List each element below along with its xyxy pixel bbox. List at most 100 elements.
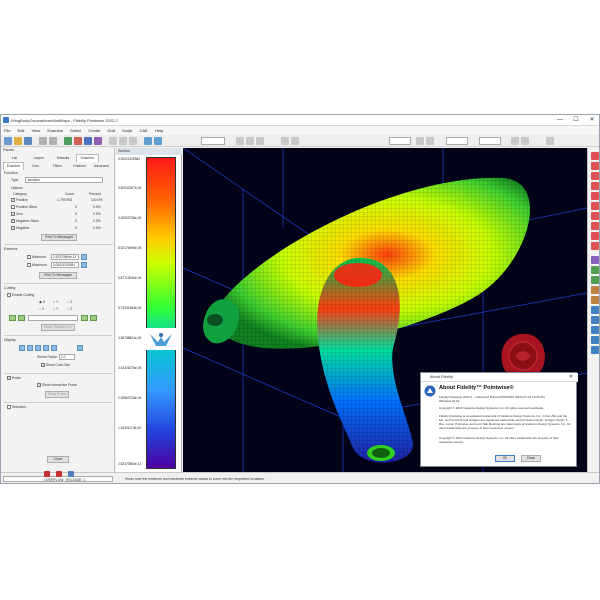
shrink-factor-field[interactable]: 1.0 xyxy=(59,354,75,360)
save-icon[interactable] xyxy=(24,137,32,145)
warning-icon[interactable] xyxy=(56,471,62,477)
tool-8-icon[interactable] xyxy=(591,222,599,230)
tool-13-icon[interactable] xyxy=(591,276,599,284)
tab-defaults[interactable]: Defaults xyxy=(51,155,74,162)
domain-icon[interactable] xyxy=(84,137,92,145)
display-shade-icon[interactable] xyxy=(35,345,41,351)
toolbar-field-2[interactable] xyxy=(389,137,411,145)
close-window-button[interactable]: ✕ xyxy=(585,116,599,125)
view-z-icon[interactable] xyxy=(129,137,137,145)
toolbar-field-4[interactable] xyxy=(479,137,501,145)
display-line-icon[interactable] xyxy=(51,345,57,351)
run-icon[interactable] xyxy=(546,137,554,145)
axis-mx[interactable]: ○ X xyxy=(39,307,44,311)
checkbox[interactable]: ✓ xyxy=(11,226,15,231)
zoom-maximum-icon[interactable] xyxy=(81,262,87,268)
tab-cuts[interactable]: Cuts xyxy=(25,163,46,170)
tool-15-icon[interactable] xyxy=(591,296,599,304)
tool-20-icon[interactable] xyxy=(591,346,599,354)
redo-icon[interactable] xyxy=(49,137,57,145)
first-icon[interactable] xyxy=(9,315,16,321)
tool-16-icon[interactable] xyxy=(591,306,599,314)
view-x-icon[interactable] xyxy=(109,137,117,145)
show-probe-button[interactable]: Show Probe xyxy=(45,391,69,398)
new-icon[interactable] xyxy=(4,137,12,145)
cut-slider[interactable] xyxy=(28,315,78,321)
minimize-button[interactable]: — xyxy=(553,116,567,125)
mask-icon[interactable] xyxy=(246,137,254,145)
menu-cae[interactable]: CAE xyxy=(136,126,150,133)
tab-examine[interactable]: Examine xyxy=(3,162,24,170)
axis-y[interactable]: ○ Y xyxy=(53,300,58,304)
prev-icon[interactable] xyxy=(18,315,25,321)
tool-18-icon[interactable] xyxy=(591,326,599,334)
menu-help[interactable]: Help xyxy=(152,126,166,133)
checkbox[interactable]: ✓ xyxy=(11,212,15,217)
tool-10-icon[interactable] xyxy=(591,242,599,250)
display-style-icon[interactable] xyxy=(19,345,25,351)
about-close-dialog-button[interactable]: Close xyxy=(521,455,541,462)
info-icon[interactable] xyxy=(68,471,74,477)
menu-edit[interactable]: Edit xyxy=(15,126,28,133)
tab-list[interactable]: List xyxy=(3,155,26,162)
minimum-row[interactable]: Minimum xyxy=(27,255,46,260)
tool-2-icon[interactable] xyxy=(591,162,599,170)
view-y-icon[interactable] xyxy=(119,137,127,145)
checkbox[interactable] xyxy=(7,405,11,410)
tab-channel[interactable]: Channel xyxy=(69,163,90,170)
axis-x[interactable]: ◉ X xyxy=(39,300,45,304)
solver-icon[interactable] xyxy=(511,137,519,145)
checkbox[interactable] xyxy=(27,263,31,268)
tool-9-icon[interactable] xyxy=(591,232,599,240)
wireframe-icon[interactable] xyxy=(154,137,162,145)
tool-7-icon[interactable] xyxy=(591,212,599,220)
checkbox[interactable]: ✓ xyxy=(7,376,11,381)
make-restrict-cut-button[interactable]: Make Restrict Cut xyxy=(41,324,75,331)
tool-1-icon[interactable] xyxy=(591,152,599,160)
ok-button[interactable]: OK xyxy=(495,455,515,462)
last-icon[interactable] xyxy=(90,315,97,321)
category-row[interactable]: ✓Negative xyxy=(11,226,29,231)
axis-mz[interactable]: ○ Z xyxy=(67,307,72,311)
checkbox[interactable] xyxy=(27,255,31,260)
tool-17-icon[interactable] xyxy=(591,316,599,324)
select-icon[interactable] xyxy=(236,137,244,145)
block-icon[interactable] xyxy=(94,137,102,145)
tool-11-icon[interactable] xyxy=(591,256,599,264)
measure-icon[interactable] xyxy=(291,137,299,145)
tool-3-icon[interactable] xyxy=(591,172,599,180)
about-close-button[interactable]: ✕ xyxy=(569,373,573,382)
export-icon[interactable] xyxy=(521,137,529,145)
shade-icon[interactable] xyxy=(144,137,152,145)
menu-select[interactable]: Select xyxy=(67,126,84,133)
next-icon[interactable] xyxy=(81,315,88,321)
color-bar[interactable] xyxy=(146,157,176,469)
tool-12-icon[interactable] xyxy=(591,266,599,274)
category-row[interactable]: Positive Skew xyxy=(11,205,37,210)
print-to-messages-button[interactable]: Print To Messages xyxy=(41,234,77,241)
tool-14-icon[interactable] xyxy=(591,286,599,294)
probe-row[interactable]: ✓Probe xyxy=(7,376,21,381)
tool-5-icon[interactable] xyxy=(591,192,599,200)
category-row[interactable]: ✓Negative Skew xyxy=(11,219,39,224)
menu-file[interactable]: File xyxy=(1,126,13,133)
display-grid-icon[interactable] xyxy=(27,345,33,351)
display-settings-icon[interactable] xyxy=(77,345,83,351)
tool-19-icon[interactable] xyxy=(591,336,599,344)
zoom-minimum-icon[interactable] xyxy=(81,254,87,260)
maximum-row[interactable]: Maximum xyxy=(27,263,47,268)
menu-create[interactable]: Create xyxy=(85,126,103,133)
checkbox[interactable]: ✓ xyxy=(11,198,15,203)
tool-6-icon[interactable] xyxy=(591,202,599,210)
close-panel-button[interactable]: Close xyxy=(47,456,69,463)
menu-grid[interactable]: Grid xyxy=(104,126,118,133)
menu-script[interactable]: Script xyxy=(119,126,135,133)
menu-view[interactable]: View xyxy=(29,126,44,133)
interactive-probe-row[interactable]: ✓Show Interactive Probe xyxy=(37,383,77,388)
checkbox[interactable] xyxy=(7,293,11,298)
checkbox[interactable]: ✓ xyxy=(11,219,15,224)
type-select[interactable]: Jacobian xyxy=(25,177,103,183)
tool-4-icon[interactable] xyxy=(591,182,599,190)
layer-icon[interactable] xyxy=(281,137,289,145)
spacing-icon[interactable] xyxy=(416,137,424,145)
